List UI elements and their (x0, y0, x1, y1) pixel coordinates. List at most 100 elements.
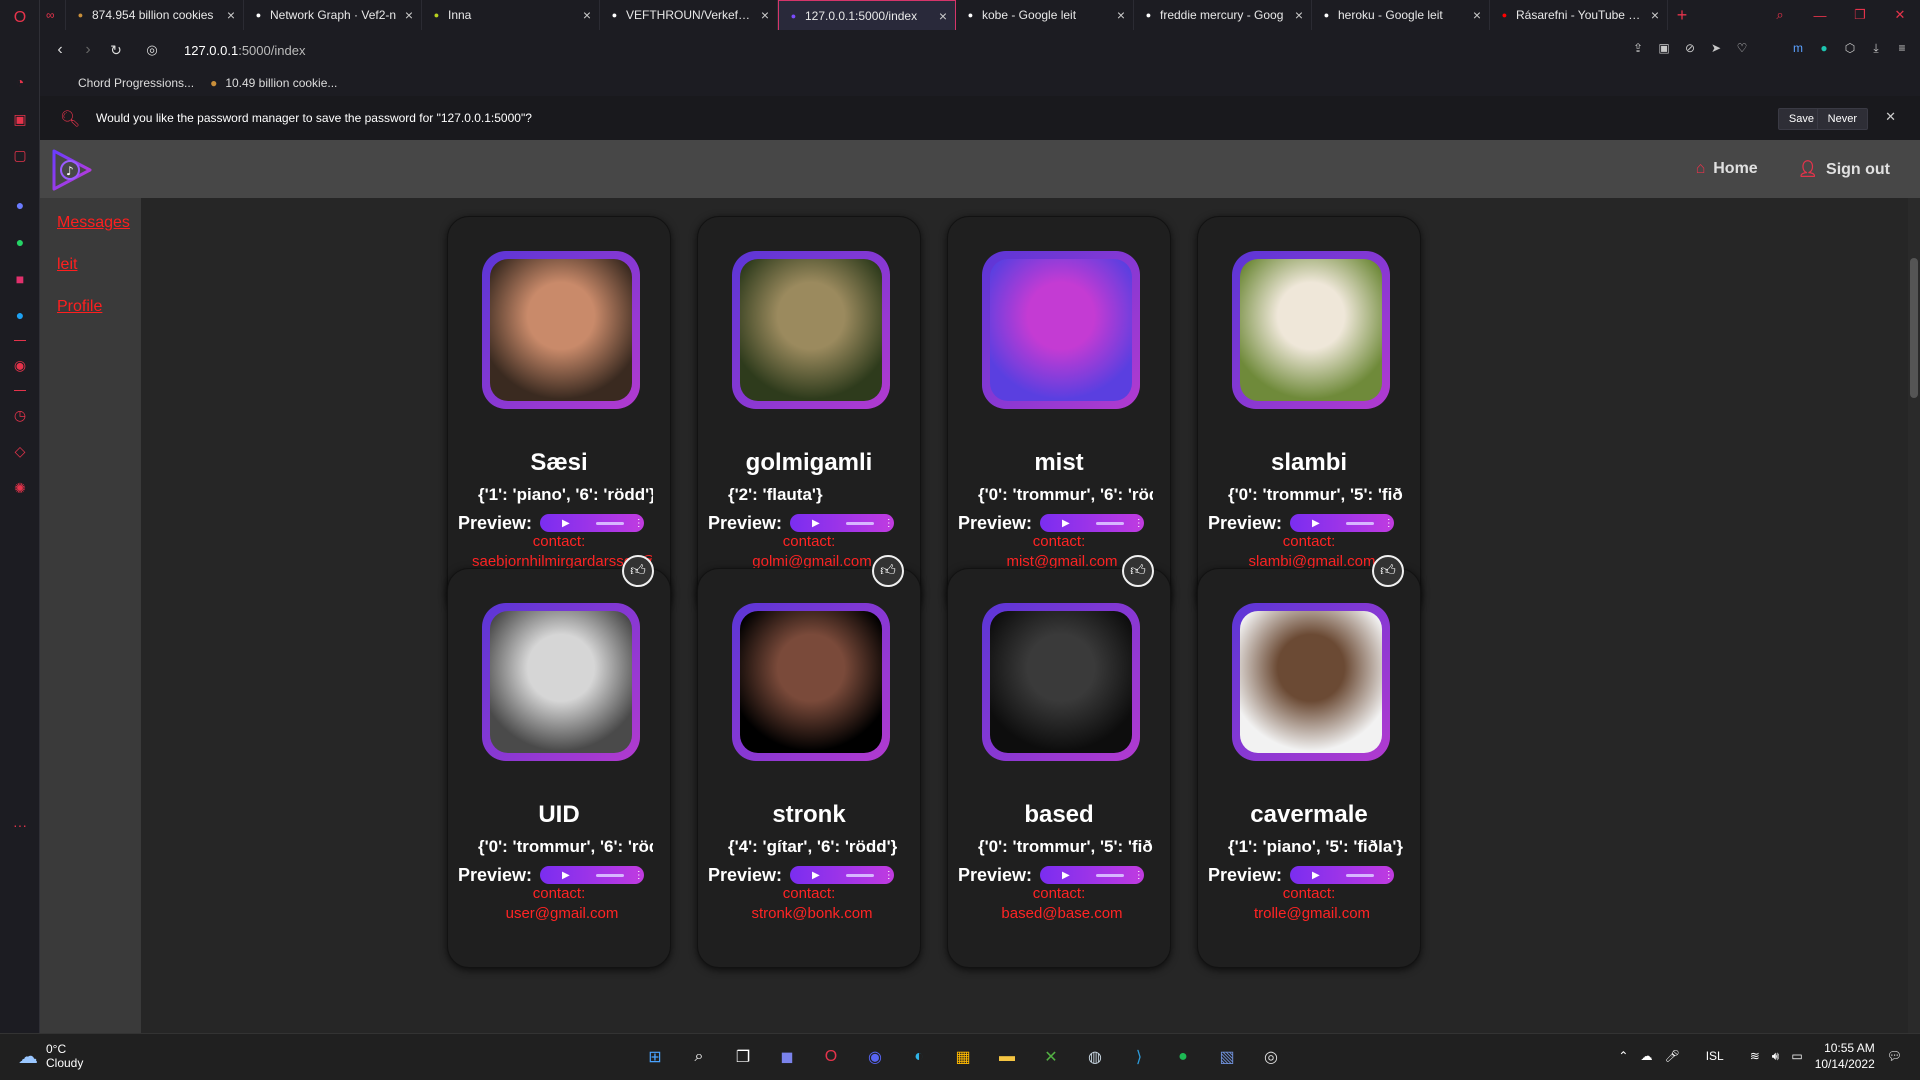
new-tab-button[interactable]: + (1668, 0, 1696, 30)
more-options-icon[interactable]: ⋮ (884, 518, 894, 529)
cloud-sync-icon[interactable]: ☁ (1640, 1049, 1652, 1063)
more-options-icon[interactable]: ⋮ (1384, 518, 1394, 529)
url-field[interactable]: 127.0.0.1:5000/index (184, 43, 305, 58)
browser-tab[interactable]: ● Network Graph · Vef2-n × (244, 0, 422, 30)
browser-tab[interactable]: ● heroku - Google leit × (1312, 0, 1490, 30)
more-options-icon[interactable]: ⋮ (884, 870, 894, 881)
clock[interactable]: 10:55 AM 10/14/2022 (1815, 1040, 1875, 1072)
progress-bar[interactable] (845, 873, 874, 877)
play-icon[interactable]: ▶ (1062, 870, 1070, 881)
chevron-up-icon[interactable]: ⌃ (1618, 1049, 1628, 1063)
progress-bar[interactable] (1095, 873, 1124, 877)
settings-icon[interactable]: ✺ (10, 478, 30, 498)
audio-player[interactable]: ▶ ⋮ (1040, 866, 1144, 884)
minimize-button[interactable]: — (1800, 0, 1840, 30)
audio-player[interactable]: ▶ ⋮ (1290, 866, 1394, 884)
user-email[interactable]: trolle@gmail.com (1222, 905, 1402, 922)
user-email[interactable]: based@base.com (972, 905, 1152, 922)
weather-widget[interactable]: ☁ 0°C Cloudy (18, 1042, 83, 1070)
user-card[interactable]: 👍︎ stronk {'4': 'gítar', '6': 'rödd'} Previ… (697, 555, 921, 968)
back-button[interactable]: ‹ (46, 41, 74, 59)
progress-bar[interactable] (1345, 521, 1374, 525)
adblock-icon[interactable]: ⊘ (1682, 40, 1698, 56)
messages-link[interactable]: Messages (57, 214, 130, 232)
history-icon[interactable]: ◷ (10, 405, 30, 425)
extensions-icon[interactable]: ◇ (10, 441, 30, 461)
twitter-icon[interactable]: ● (10, 305, 30, 325)
browser-tab[interactable]: ● VEFTHROUN/Verkefni5. × (600, 0, 778, 30)
opera-logo-icon[interactable]: O (10, 8, 30, 28)
like-button[interactable]: 👍︎ (622, 555, 654, 587)
edge-icon[interactable]: ◐ (904, 1042, 934, 1072)
play-icon[interactable]: ▶ (812, 870, 820, 881)
cube-icon[interactable]: ⬡ (1842, 40, 1858, 56)
spotify-icon[interactable]: ● (1168, 1042, 1198, 1072)
discord-icon[interactable]: ◉ (860, 1042, 890, 1072)
play-icon[interactable]: ▶ (812, 518, 820, 529)
extension-icon[interactable]: m (1790, 40, 1806, 56)
like-button[interactable]: 👍︎ (872, 555, 904, 587)
close-tab-icon[interactable]: × (1295, 7, 1303, 23)
play-icon[interactable]: ▶ (1312, 518, 1320, 529)
user-card[interactable]: 👍︎ UID {'0': 'trommur', '6': 'rödd'} Previe… (447, 555, 671, 968)
windows-start-icon[interactable]: ⊞ (640, 1042, 670, 1072)
restore-button[interactable]: ❐ (1840, 0, 1880, 30)
reload-button[interactable]: ↻ (102, 42, 130, 59)
audio-player[interactable]: ▶ ⋮ (790, 514, 894, 532)
audio-player[interactable]: ▶ ⋮ (1290, 514, 1394, 532)
browser-tab[interactable]: ● Inna × (422, 0, 600, 30)
site-info-icon[interactable]: ◎ (138, 42, 166, 58)
play-icon[interactable]: ▶ (1062, 518, 1070, 529)
progress-bar[interactable] (845, 521, 874, 525)
more-options-icon[interactable]: ⋮ (1384, 870, 1394, 881)
xbox-icon[interactable]: ✕ (1036, 1042, 1066, 1072)
app-logo-icon[interactable]: ♪ (50, 148, 94, 192)
close-tab-icon[interactable]: × (761, 7, 769, 23)
close-tab-icon[interactable]: × (1117, 7, 1125, 23)
send-icon[interactable]: ➤ (1708, 40, 1724, 56)
close-tab-icon[interactable]: × (405, 7, 413, 23)
audio-player[interactable]: ▶ ⋮ (540, 514, 644, 532)
audio-player[interactable]: ▶ ⋮ (790, 866, 894, 884)
battery-icon[interactable]: ▭ (1791, 1049, 1802, 1063)
never-button[interactable]: Never (1816, 108, 1868, 130)
user-email[interactable]: user@gmail.com (472, 905, 652, 922)
bag-icon[interactable]: ▣ (10, 109, 30, 129)
volume-icon[interactable]: 🔊︎ (1772, 1049, 1780, 1064)
browser-tab[interactable]: ● 127.0.0.1:5000/index × (778, 0, 956, 30)
progress-bar[interactable] (1345, 873, 1374, 877)
browser-tab[interactable]: ● 874.954 billion cookies × (66, 0, 244, 30)
search-icon[interactable]: ⌕ (684, 1042, 714, 1072)
folder-icon[interactable]: ▬ (992, 1042, 1022, 1072)
player-icon[interactable]: ◉ (10, 355, 30, 375)
more-options-icon[interactable]: ⋮ (1134, 518, 1144, 529)
tab-manager-icon[interactable]: ∞ (40, 0, 66, 30)
browser-tab[interactable]: ● Rásarefni - YouTube Stu × (1490, 0, 1668, 30)
like-button[interactable]: 👍︎ (1372, 555, 1404, 587)
progress-bar[interactable] (1095, 521, 1124, 525)
whatsapp-icon[interactable]: ● (10, 232, 30, 252)
close-tab-icon[interactable]: × (227, 7, 235, 23)
speed-dial-icon[interactable]: ◔ (10, 72, 30, 92)
vscode-icon[interactable]: ⟩ (1124, 1042, 1154, 1072)
messenger-icon[interactable]: ● (10, 195, 30, 215)
wifi-icon[interactable]: ≋ (1750, 1049, 1760, 1063)
play-icon[interactable]: ▶ (562, 870, 570, 881)
like-button[interactable]: 👍︎ (1122, 555, 1154, 587)
bookmark-chord[interactable]: Chord Progressions... (78, 76, 194, 90)
user-email[interactable]: stronk@bonk.com (722, 905, 902, 922)
signout-link[interactable]: 👤︎ Sign out (1798, 159, 1890, 179)
close-tab-icon[interactable]: × (583, 7, 591, 23)
user-card[interactable]: 👍︎ based {'0': 'trommur', '5': 'fiðla'} Pre… (947, 555, 1171, 968)
scrollbar-thumb[interactable] (1910, 258, 1918, 398)
page-scrollbar[interactable] (1908, 198, 1920, 1033)
browser-tab[interactable]: ● kobe - Google leit × (956, 0, 1134, 30)
bookmark-cookie[interactable]: 10.49 billion cookie... (225, 76, 337, 90)
close-prompt-icon[interactable]: ✕ (1885, 109, 1896, 125)
browser-tab[interactable]: ● freddie mercury - Goog × (1134, 0, 1312, 30)
language-indicator[interactable]: ISL (1706, 1049, 1724, 1063)
grammarly-icon[interactable]: ● (1816, 40, 1832, 56)
play-icon[interactable]: ▶ (1312, 870, 1320, 881)
close-tab-icon[interactable]: × (939, 8, 947, 24)
opera-icon[interactable]: O (816, 1042, 846, 1072)
